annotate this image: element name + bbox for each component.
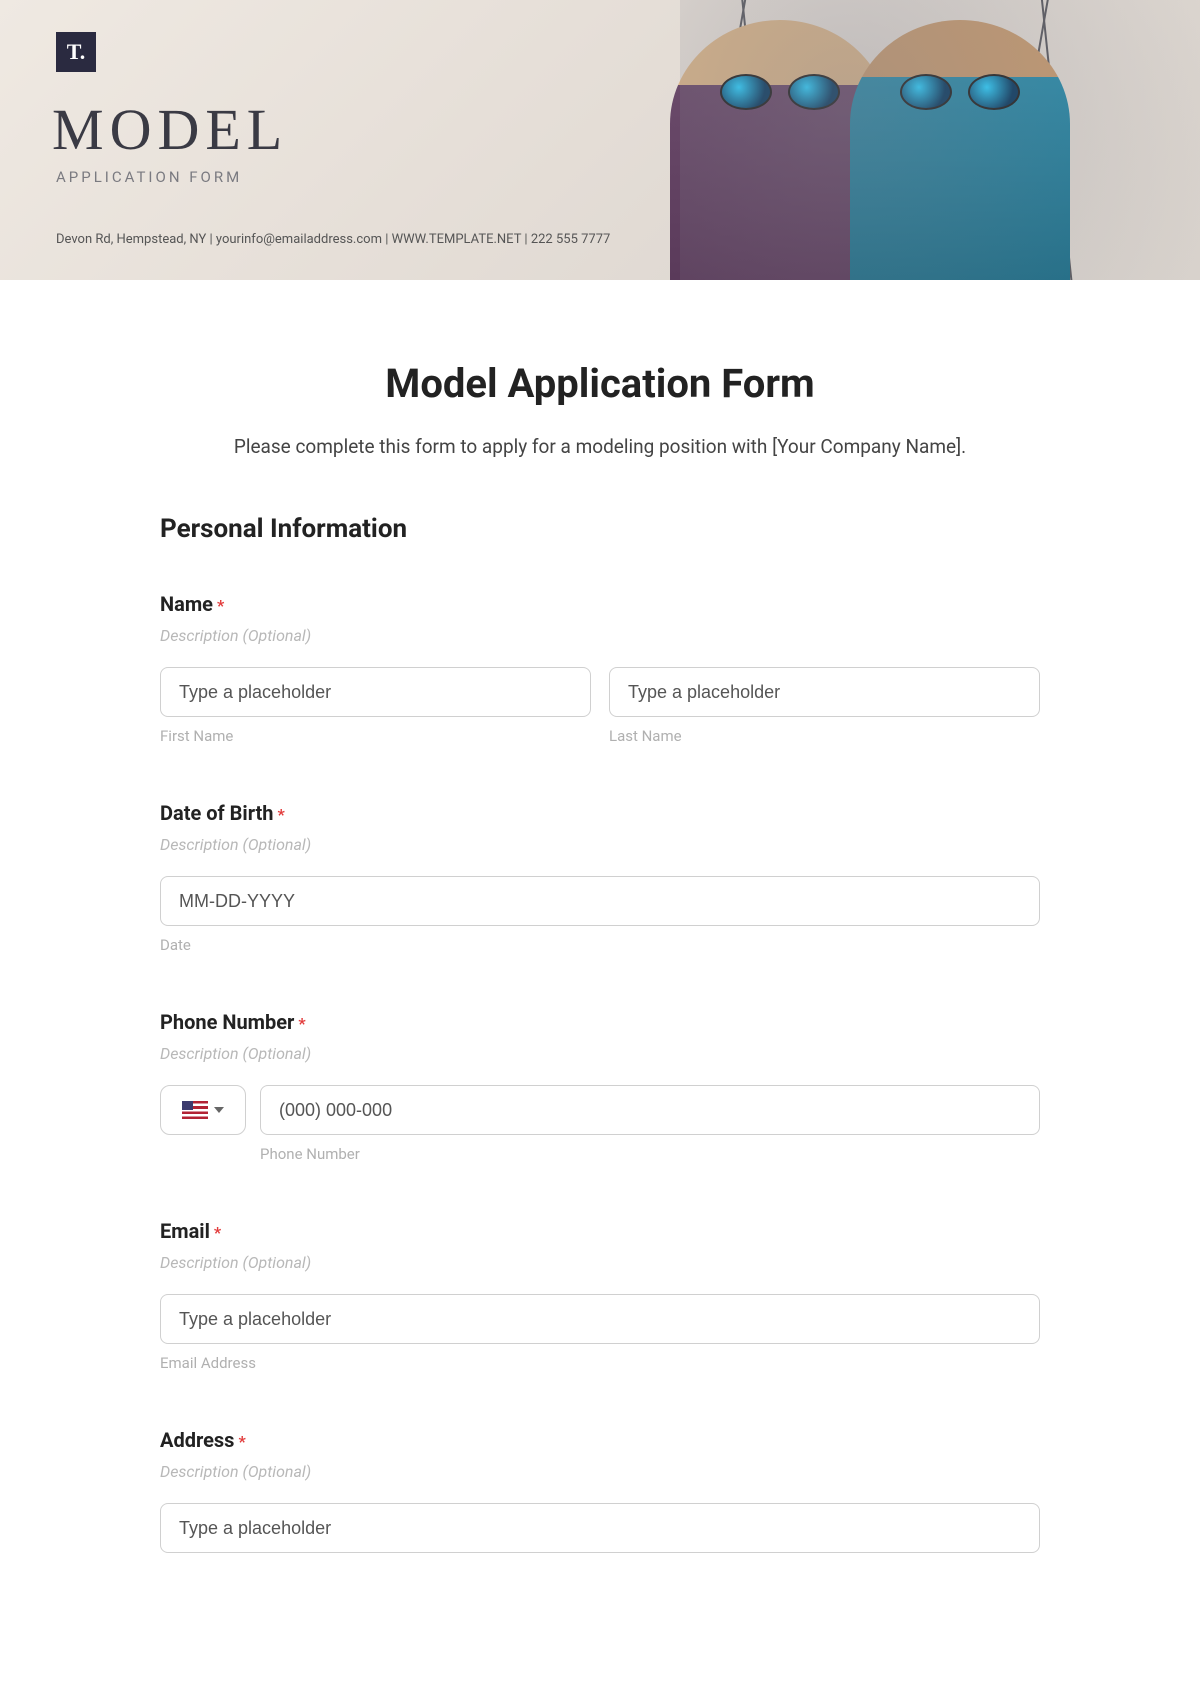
email-description[interactable]: Description (Optional) [160,1253,1040,1272]
dob-label: Date of Birth [160,801,274,825]
field-phone: Phone Number* Description (Optional) Pho… [160,1010,1040,1163]
email-input[interactable] [160,1294,1040,1344]
decorative-frame [689,0,1050,280]
us-flag-icon [182,1101,208,1119]
sunglasses-icon [900,74,1020,110]
required-marker: * [214,1223,221,1242]
decorative-frame [741,0,1079,280]
field-address: Address* Description (Optional) [160,1428,1040,1553]
address-description[interactable]: Description (Optional) [160,1462,1040,1481]
dob-input[interactable] [160,876,1040,926]
address-input[interactable] [160,1503,1040,1553]
last-name-input[interactable] [609,667,1040,717]
phone-description[interactable]: Description (Optional) [160,1044,1040,1063]
banner-title: MODEL [52,96,288,163]
field-email: Email* Description (Optional) Email Addr… [160,1219,1040,1372]
email-label: Email [160,1219,210,1243]
dob-description[interactable]: Description (Optional) [160,835,1040,854]
model-photo [850,20,1070,280]
first-name-sublabel: First Name [160,727,591,745]
required-marker: * [278,805,285,824]
required-marker: * [238,1432,245,1451]
dob-sublabel: Date [160,936,1040,954]
phone-input[interactable] [260,1085,1040,1135]
form-intro-text: Please complete this form to apply for a… [160,435,1040,458]
name-description[interactable]: Description (Optional) [160,626,1040,645]
field-name: Name* Description (Optional) First Name … [160,592,1040,745]
model-photo [670,20,890,280]
form-container: Model Application Form Please complete t… [140,280,1060,1593]
first-name-input[interactable] [160,667,591,717]
name-label: Name [160,592,213,616]
sunglasses-icon [720,74,840,110]
banner-subtitle: APPLICATION FORM [56,168,242,186]
field-dob: Date of Birth* Description (Optional) Da… [160,801,1040,954]
banner-contact-line: Devon Rd, Hempstead, NY | yourinfo@email… [56,232,610,247]
chevron-down-icon [214,1107,224,1113]
email-sublabel: Email Address [160,1354,1040,1372]
country-code-select[interactable] [160,1085,246,1135]
last-name-sublabel: Last Name [609,727,1040,745]
section-heading-personal: Personal Information [160,514,1040,544]
brand-logo: T. [56,32,96,72]
required-marker: * [217,596,224,615]
page-title: Model Application Form [160,360,1040,407]
header-banner: T. MODEL APPLICATION FORM Devon Rd, Hemp… [0,0,1200,280]
phone-sublabel: Phone Number [260,1145,1040,1163]
required-marker: * [298,1014,305,1033]
address-label: Address [160,1428,234,1452]
phone-label: Phone Number [160,1010,294,1034]
